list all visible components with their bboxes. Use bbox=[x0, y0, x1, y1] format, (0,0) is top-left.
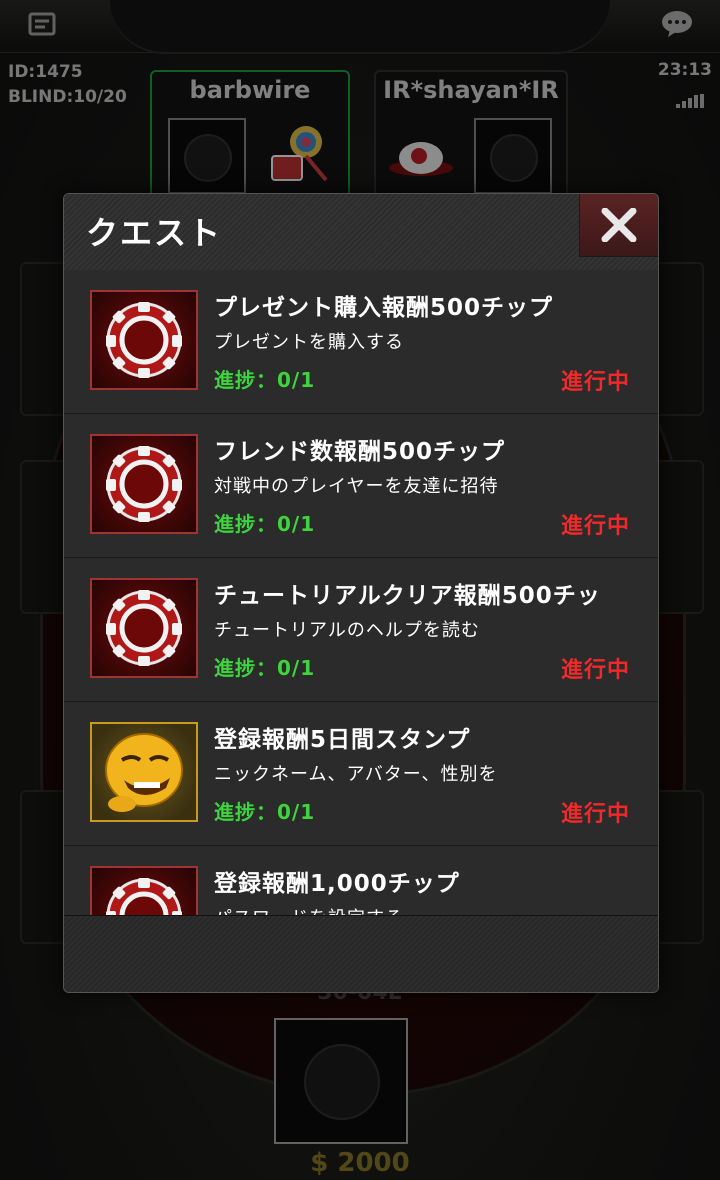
close-button[interactable] bbox=[579, 194, 658, 257]
poker-chip-icon bbox=[90, 290, 198, 390]
quest-description: 対戦中のプレイヤーを友達に招待 bbox=[214, 476, 499, 497]
quest-progress: 進捗：0/1 bbox=[214, 512, 316, 536]
poker-chip-icon bbox=[90, 434, 198, 534]
quest-description: チュートリアルのヘルプを読む bbox=[214, 620, 480, 641]
quest-progress: 進捗：0/1 bbox=[214, 800, 316, 824]
quest-item[interactable]: プレゼント購入報酬500チップ プレゼントを購入する 進捗：0/1 進行中 bbox=[64, 270, 658, 414]
dialog-title: クエスト bbox=[86, 214, 223, 252]
smiley-stamp-icon bbox=[90, 722, 198, 822]
quest-item[interactable]: 登録報酬1,000チップ パスワードを設定する bbox=[64, 846, 658, 915]
poker-chip-icon bbox=[90, 578, 198, 678]
quest-progress: 進捗：0/1 bbox=[214, 368, 316, 392]
quest-status: 進行中 bbox=[560, 514, 630, 539]
quest-title: プレゼント購入報酬500チップ bbox=[214, 295, 554, 321]
quest-item[interactable]: フレンド数報酬500チップ 対戦中のプレイヤーを友達に招待 進捗：0/1 進行中 bbox=[64, 414, 658, 558]
quest-description: ニックネーム、アバター、性別を bbox=[214, 764, 498, 785]
quest-description: パスワードを設定する bbox=[214, 904, 404, 915]
quest-title: 登録報酬1,000チップ bbox=[214, 871, 460, 897]
quest-list[interactable]: プレゼント購入報酬500チップ プレゼントを購入する 進捗：0/1 進行中 フレ… bbox=[64, 270, 658, 915]
quest-item[interactable]: チュートリアルクリア報酬500チッ チュートリアルのヘルプを読む 進捗：0/1 … bbox=[64, 558, 658, 702]
dialog-footer bbox=[64, 915, 658, 992]
quest-description: プレゼントを購入する bbox=[214, 332, 404, 353]
quest-title: チュートリアルクリア報酬500チッ bbox=[214, 583, 601, 609]
quest-title: フレンド数報酬500チップ bbox=[214, 439, 506, 465]
close-x-icon bbox=[601, 208, 637, 242]
quest-status: 進行中 bbox=[560, 802, 630, 827]
quest-dialog: クエスト プレゼント購入報酬500チップ プレゼントを購入する 進捗：0/1 進… bbox=[63, 193, 659, 993]
quest-status: 進行中 bbox=[560, 658, 630, 683]
quest-progress: 進捗：0/1 bbox=[214, 656, 316, 680]
quest-title: 登録報酬5日間スタンプ bbox=[214, 727, 471, 753]
poker-chip-icon bbox=[90, 866, 198, 915]
quest-item[interactable]: 登録報酬5日間スタンプ ニックネーム、アバター、性別を 進捗：0/1 進行中 bbox=[64, 702, 658, 846]
quest-status: 進行中 bbox=[560, 370, 630, 395]
dialog-header: クエスト bbox=[64, 194, 658, 271]
